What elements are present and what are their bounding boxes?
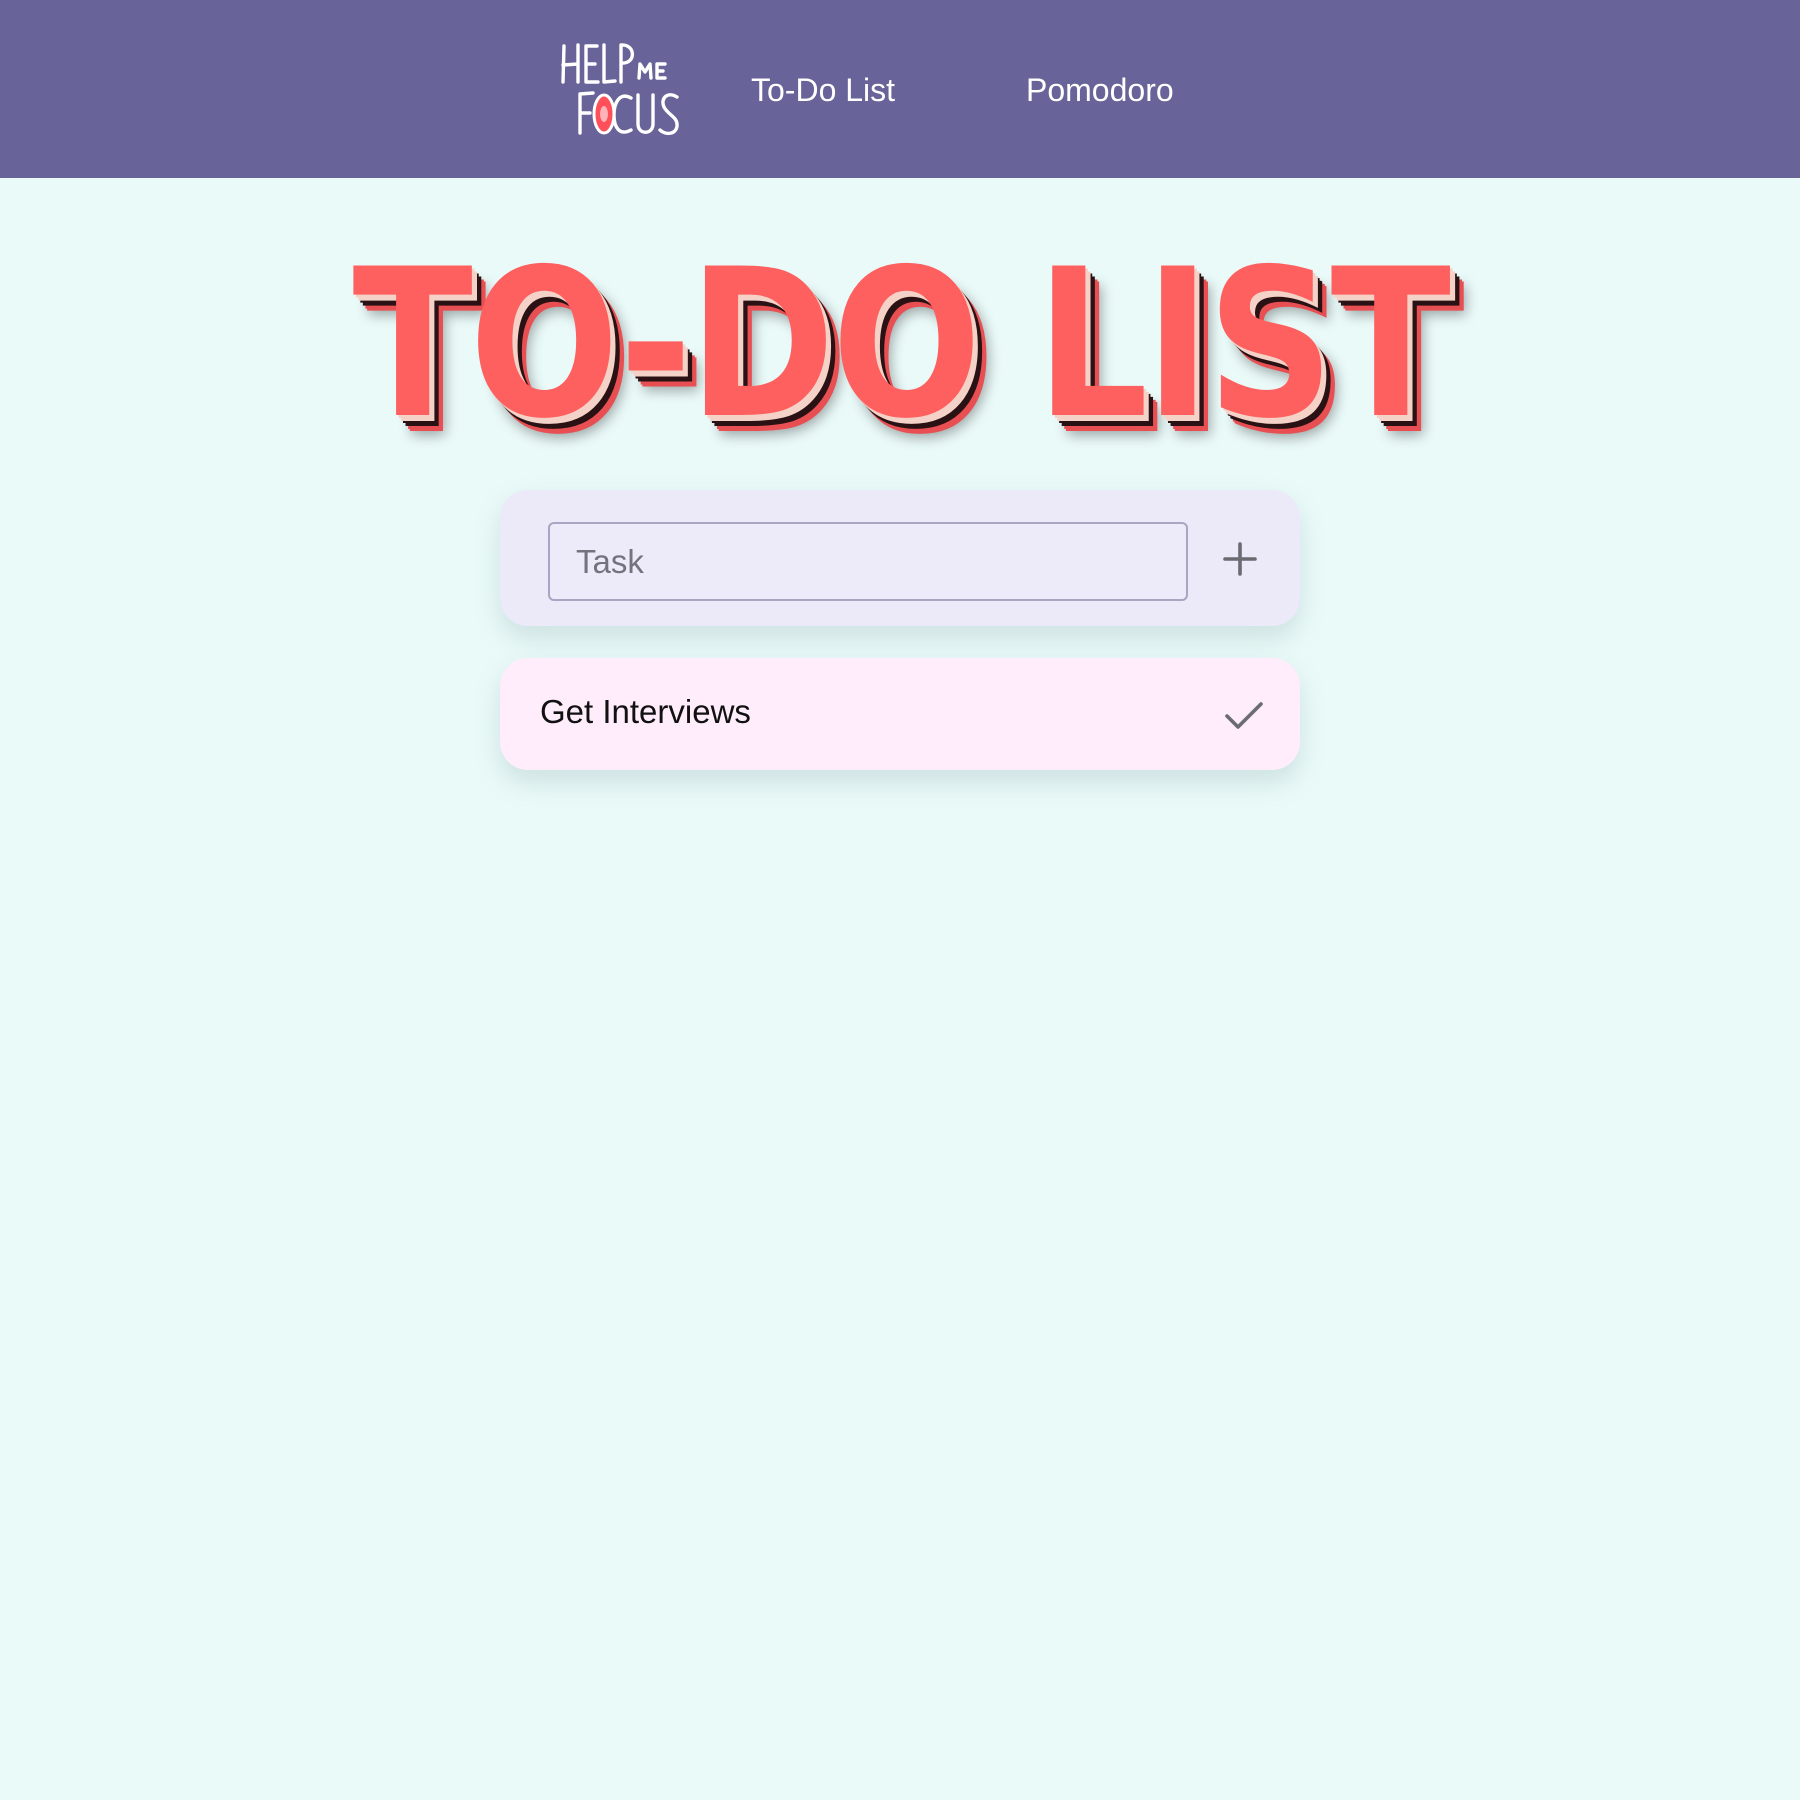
logo-link[interactable]	[556, 38, 691, 140]
task-label: Get Interviews	[540, 693, 751, 730]
task-list-item: Get Interviews	[500, 658, 1300, 770]
add-task-button[interactable]	[1212, 531, 1268, 587]
task-input[interactable]	[548, 522, 1188, 601]
navbar: To-Do List Pomodoro	[0, 0, 1800, 178]
check-icon	[1225, 702, 1263, 729]
help-me-focus-logo-icon	[561, 43, 679, 136]
add-task-card	[500, 490, 1300, 626]
nav-link-todo-list[interactable]: To-Do List	[751, 68, 895, 112]
plus-icon	[1223, 542, 1257, 576]
nav-link-pomodoro[interactable]: Pomodoro	[1026, 68, 1174, 112]
page-title: TO-DO LIST	[352, 226, 1451, 464]
complete-task-button[interactable]	[1218, 688, 1270, 740]
